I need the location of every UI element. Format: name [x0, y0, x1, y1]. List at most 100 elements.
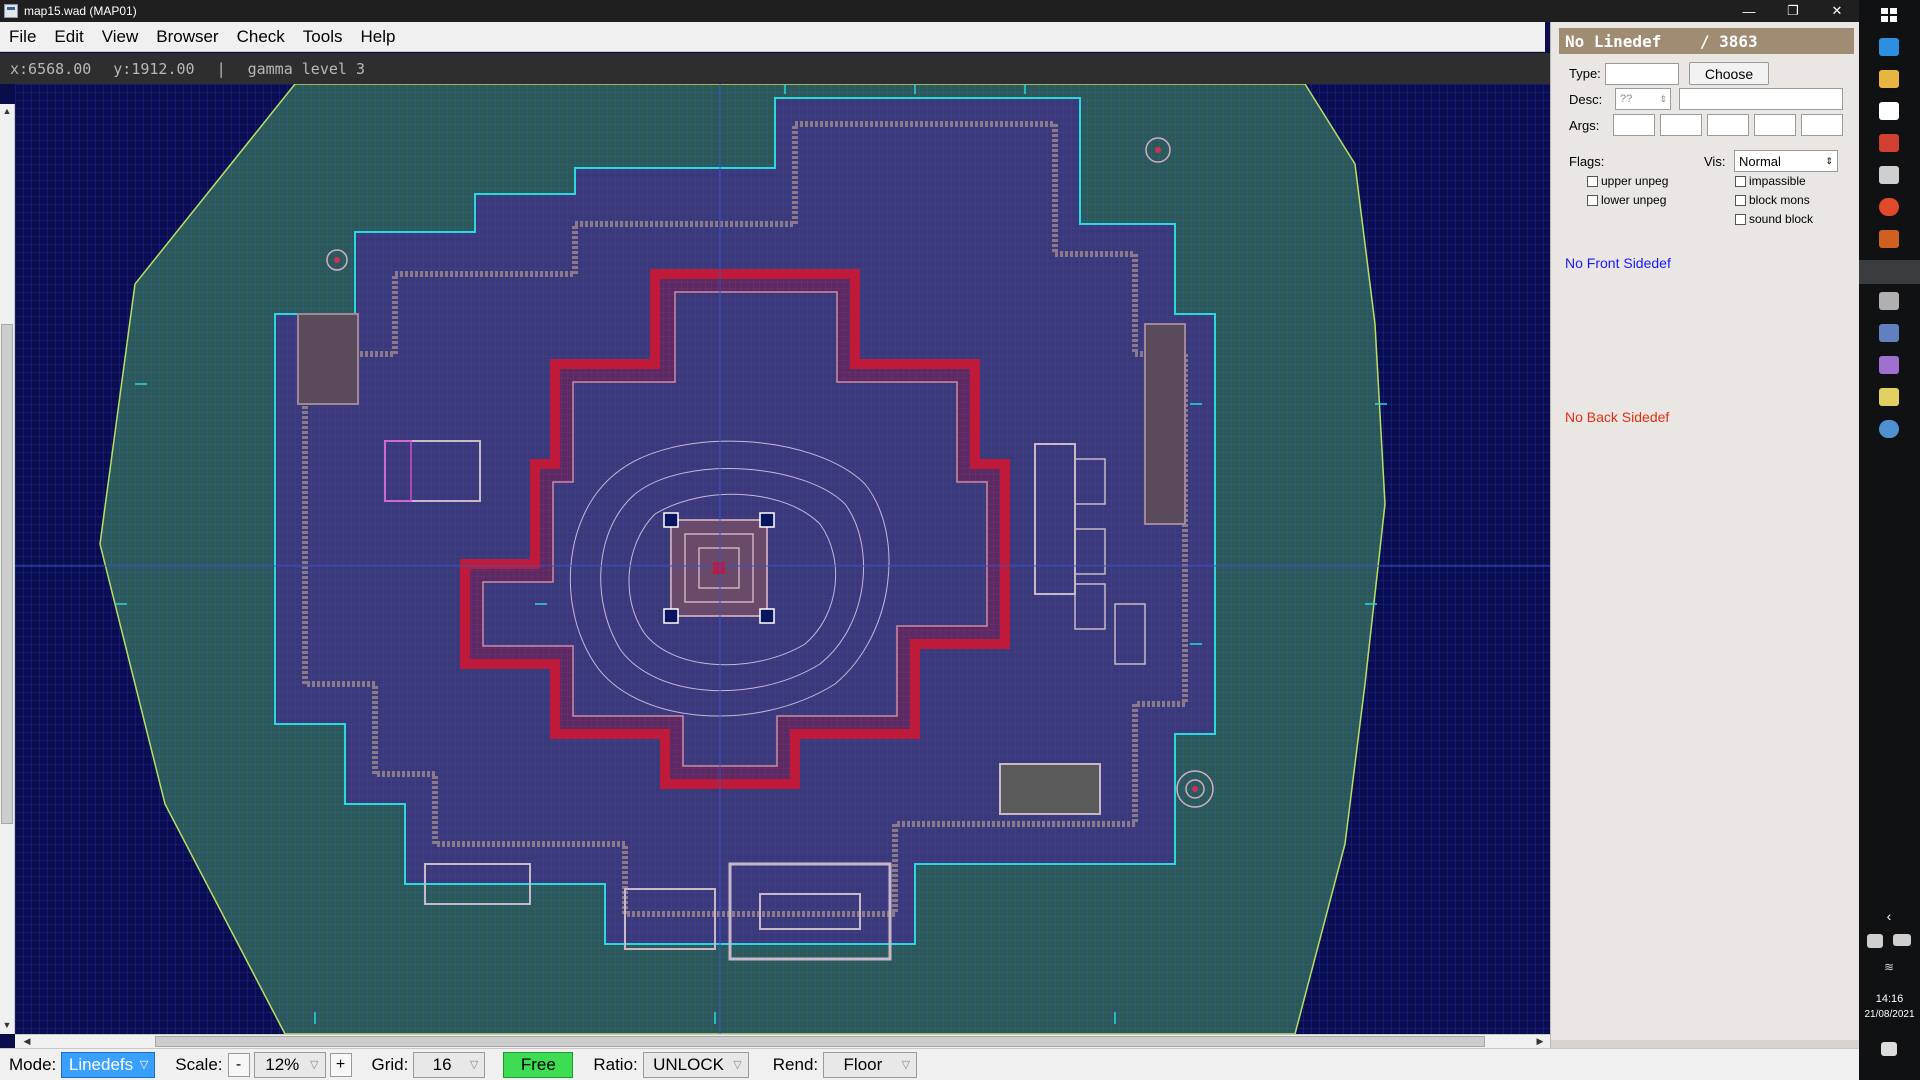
scale-select[interactable]: 12% ▽	[253, 1051, 326, 1078]
chevron-left-icon[interactable]: ‹	[1879, 908, 1899, 926]
flag-upper-unpeg[interactable]: upper unpeg	[1587, 174, 1668, 188]
gz-app-icon[interactable]	[1879, 292, 1899, 310]
checkbox[interactable]	[1735, 175, 1746, 187]
args-row: Args:	[1569, 114, 1843, 136]
selected-vertex[interactable]	[663, 608, 679, 624]
menu-view[interactable]: View	[93, 27, 148, 47]
chrome-icon[interactable]	[1879, 198, 1899, 216]
type-label: Type:	[1569, 66, 1601, 81]
title-bar: map15.wad (MAP01) — ❐ ✕	[0, 0, 1859, 22]
map-canvas[interactable]	[15, 84, 1550, 1034]
arg-5-input[interactable]	[1801, 114, 1843, 136]
network-app-icon[interactable]	[1879, 324, 1899, 342]
vertical-scrollbar[interactable]: ▲ ▼	[0, 104, 15, 1034]
dropdown-triangle-icon: ▽	[733, 1059, 742, 1071]
scale-minus-button[interactable]: -	[227, 1052, 250, 1077]
menu-browser[interactable]: Browser	[147, 27, 227, 47]
store-icon[interactable]	[1879, 102, 1899, 120]
vis-select[interactable]: Normal ⇕	[1734, 150, 1838, 172]
notification-center-icon[interactable]	[1881, 1042, 1897, 1056]
flags-label: Flags:	[1569, 153, 1605, 169]
checkbox[interactable]	[1587, 194, 1598, 206]
arg-3-input[interactable]	[1707, 114, 1749, 136]
ring-center	[1155, 147, 1161, 153]
flag-impassible[interactable]: impassible	[1735, 174, 1813, 188]
spinner-arrows-icon[interactable]: ⇕	[1659, 94, 1667, 105]
grid-select[interactable]: 16 ▽	[413, 1051, 486, 1078]
type-input[interactable]	[1605, 62, 1679, 85]
app-icon	[4, 4, 18, 18]
scroll-left-arrow-icon[interactable]: ◀	[21, 1035, 33, 1048]
restore-button[interactable]: ❐	[1771, 0, 1815, 22]
app-icon-purple[interactable]	[1879, 356, 1899, 374]
clock-date[interactable]: 21/08/2021	[1859, 1009, 1920, 1020]
flag-lower-unpeg[interactable]: lower unpeg	[1587, 193, 1668, 207]
horizontal-scrollbar[interactable]: ◀ ▶	[15, 1034, 1550, 1048]
app-icon-red[interactable]	[1879, 134, 1899, 152]
rend-select[interactable]: Floor ▽	[823, 1051, 918, 1078]
mode-label: Mode:	[9, 1054, 57, 1074]
dropdown-triangle-icon: ▽	[469, 1059, 479, 1071]
display-icon[interactable]	[1867, 934, 1883, 948]
menu-bar: File Edit View Browser Check Tools Help	[0, 22, 1545, 52]
flag-sound-block[interactable]: sound block	[1735, 212, 1813, 226]
close-button[interactable]: ✕	[1815, 0, 1859, 22]
battery-icon[interactable]	[1893, 934, 1911, 946]
menu-tools[interactable]: Tools	[294, 27, 352, 47]
edge-browser-icon[interactable]	[1879, 38, 1899, 56]
choose-button[interactable]: Choose	[1689, 62, 1769, 85]
vis-label: Vis:	[1704, 153, 1726, 169]
selected-vertex[interactable]	[663, 512, 679, 528]
notepad-icon[interactable]	[1879, 388, 1899, 406]
flags-left-column: upper unpeg lower unpeg	[1587, 174, 1668, 207]
scroll-right-arrow-icon[interactable]: ▶	[1534, 1035, 1546, 1048]
x-coordinate: x:6568.00	[10, 59, 92, 78]
status-separator: |	[216, 59, 226, 78]
scale-value: 12%	[265, 1054, 300, 1074]
vertical-scroll-thumb[interactable]	[1, 324, 13, 824]
pen-tool-icon[interactable]	[1879, 166, 1899, 184]
checkbox[interactable]	[1587, 175, 1598, 187]
arg-2-input[interactable]	[1660, 114, 1702, 136]
flag-block-mons[interactable]: block mons	[1735, 193, 1813, 207]
flags-right-column: impassible block mons sound block	[1735, 174, 1813, 226]
grid-value: 16	[432, 1054, 452, 1074]
map-drawing	[15, 84, 1550, 1034]
flag-label: block mons	[1749, 193, 1810, 207]
clock-time[interactable]: 14:16	[1859, 993, 1920, 1005]
grid-label: Grid:	[371, 1054, 409, 1074]
horizontal-scroll-thumb[interactable]	[155, 1036, 1485, 1047]
app-icon-blue[interactable]	[1879, 420, 1899, 438]
ratio-label: Ratio:	[593, 1054, 638, 1074]
menu-edit[interactable]: Edit	[45, 27, 92, 47]
arg-4-input[interactable]	[1754, 114, 1796, 136]
scroll-up-arrow-icon[interactable]: ▲	[2, 106, 12, 118]
desc-spinner[interactable]: ?? ⇕	[1615, 88, 1671, 110]
scale-plus-button[interactable]: +	[329, 1052, 352, 1077]
ratio-select[interactable]: UNLOCK ▽	[642, 1051, 749, 1078]
wifi-icon[interactable]: ≋	[1879, 960, 1899, 978]
desc-input[interactable]	[1679, 88, 1843, 110]
file-explorer-icon[interactable]	[1879, 70, 1899, 88]
windows-start-icon[interactable]	[1879, 6, 1899, 24]
desc-row: Desc: ?? ⇕	[1569, 88, 1843, 110]
menu-check[interactable]: Check	[228, 27, 294, 47]
selected-vertex[interactable]	[759, 608, 775, 624]
menu-help[interactable]: Help	[351, 27, 404, 47]
app-icon-orange[interactable]	[1879, 230, 1899, 248]
arg-1-input[interactable]	[1613, 114, 1655, 136]
checkbox[interactable]	[1735, 213, 1746, 225]
mode-value: Linedefs	[68, 1054, 134, 1074]
checkbox[interactable]	[1735, 194, 1746, 206]
active-app-highlight[interactable]	[1859, 260, 1920, 284]
free-toggle-button[interactable]: Free	[503, 1051, 574, 1078]
mode-select[interactable]: Linedefs ▽	[61, 1051, 156, 1078]
dropdown-triangle-icon: ▽	[310, 1059, 319, 1071]
ratio-value: UNLOCK	[653, 1054, 724, 1074]
gamma-level: gamma level 3	[247, 59, 365, 78]
minimize-button[interactable]: —	[1727, 0, 1771, 22]
scroll-down-arrow-icon[interactable]: ▼	[2, 1020, 12, 1032]
selected-vertex[interactable]	[759, 512, 775, 528]
ring-center	[1192, 786, 1198, 792]
menu-file[interactable]: File	[0, 27, 45, 47]
